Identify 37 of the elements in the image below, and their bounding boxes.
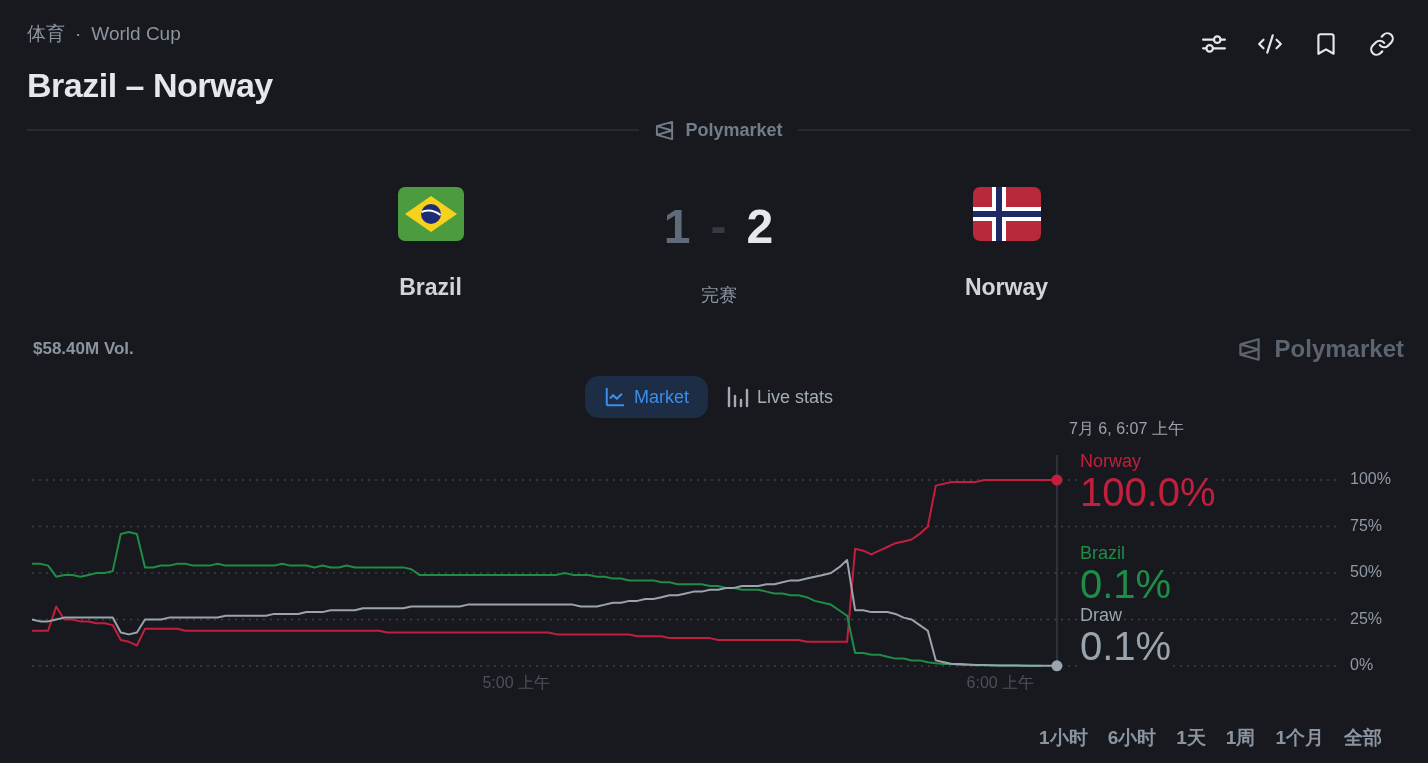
brand-name: Polymarket	[1274, 335, 1404, 363]
team-name: Brazil	[399, 273, 462, 301]
link-icon	[1369, 31, 1395, 57]
match-title: Brazil – Norway	[27, 65, 273, 105]
match-status: 完赛	[700, 284, 737, 306]
score: 2	[746, 203, 774, 251]
breadcrumb-separator: ·	[75, 22, 82, 46]
axis-label: 50%	[1350, 563, 1383, 581]
source-label: Polymarket	[685, 119, 783, 141]
tooltip-time: 7月 6, 6:07 上午	[1069, 419, 1184, 439]
range-button[interactable]: 1天	[1166, 725, 1216, 751]
line-chart-icon	[603, 386, 626, 408]
axis-label: 75%	[1350, 516, 1383, 534]
axis-label: 0%	[1350, 656, 1374, 674]
score-separator: -	[710, 203, 727, 251]
code-icon	[1257, 31, 1283, 57]
range-button[interactable]: 1周	[1215, 725, 1266, 751]
league-link[interactable]: World Cup	[91, 22, 181, 46]
bar-chart-icon	[727, 386, 749, 408]
range-button[interactable]: 1个月	[1265, 725, 1334, 751]
series-name: Norway	[1080, 451, 1141, 471]
norway-flag-icon	[972, 187, 1041, 241]
volume-text: $58.40M Vol.	[33, 338, 134, 360]
axis-label: 100%	[1350, 470, 1391, 488]
range-button[interactable]: 1小时	[1029, 725, 1098, 751]
range-button[interactable]: 6小时	[1097, 725, 1167, 751]
team-name: Norway	[964, 273, 1049, 301]
category-link[interactable]: 体育	[27, 22, 65, 46]
axis-label: 25%	[1350, 609, 1383, 627]
brazil-flag-icon	[397, 187, 464, 241]
score: 1	[663, 203, 691, 251]
logo-icon	[1236, 336, 1262, 362]
view-tab[interactable]: Live stats	[708, 376, 853, 418]
range-button[interactable]: 全部	[1334, 725, 1392, 751]
settings-icon	[1202, 34, 1226, 54]
view-tab[interactable]: Market	[584, 376, 708, 418]
logo-icon	[654, 119, 676, 141]
